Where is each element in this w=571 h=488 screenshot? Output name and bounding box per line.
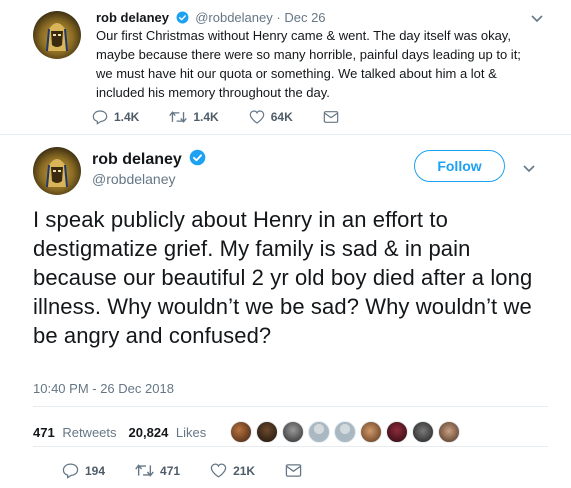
like-button[interactable]: 64K [249, 109, 293, 125]
reply-button[interactable]: 194 [62, 462, 105, 479]
direct-message-button[interactable] [323, 110, 345, 124]
heart-icon [210, 463, 227, 478]
tweet-text: I speak publicly about Henry in an effor… [33, 207, 533, 348]
author-name[interactable]: rob delaney [96, 10, 169, 25]
author-handle[interactable]: @robdelaney [92, 171, 176, 187]
like-count: 21K [233, 463, 256, 478]
retweet-count: 1.4K [193, 110, 219, 124]
likes-stat-label: Likes [175, 424, 207, 440]
liker-avatar[interactable] [308, 421, 331, 443]
liker-avatar[interactable] [282, 421, 305, 443]
retweet-button[interactable]: 471 [135, 462, 180, 479]
author-handle[interactable]: @robdelaney [195, 10, 273, 25]
avatar[interactable] [33, 147, 81, 195]
retweet-icon [169, 111, 188, 123]
chevron-down-icon[interactable] [523, 160, 535, 178]
like-count: 64K [270, 110, 293, 124]
stats-divider-bottom [33, 446, 548, 447]
avatar[interactable] [33, 11, 81, 59]
reply-icon [62, 463, 79, 479]
separator: · [276, 10, 281, 25]
likes-stat[interactable]: 20,824 Likes [129, 425, 207, 440]
liker-avatar[interactable] [230, 421, 253, 443]
tweet-actions: 194 471 21K [62, 462, 338, 479]
liker-avatar[interactable] [386, 421, 409, 443]
reply-count: 194 [85, 463, 106, 478]
author-name[interactable]: rob delaney [92, 149, 209, 171]
liker-avatar[interactable] [256, 421, 279, 443]
tweet-date[interactable]: Dec 26 [284, 10, 325, 25]
retweet-icon [135, 464, 154, 477]
verified-badge-icon [189, 149, 206, 171]
reply-icon [92, 110, 108, 125]
liker-avatar[interactable] [360, 421, 383, 443]
retweets-stat-label: Retweets [62, 424, 117, 440]
author-name-text[interactable]: rob delaney [92, 151, 182, 168]
like-button[interactable]: 21K [210, 462, 255, 479]
heart-icon [249, 110, 264, 124]
liker-avatars [230, 421, 464, 443]
envelope-icon [285, 464, 302, 477]
chevron-down-icon[interactable] [531, 12, 543, 26]
retweets-stat[interactable]: 471 Retweets [33, 425, 117, 440]
tweet-divider [0, 134, 571, 135]
liker-avatar[interactable] [334, 421, 357, 443]
tweet-stats: 471 Retweets 20,824 Likes [33, 421, 464, 443]
tweet-text: Our first Christmas without Henry came &… [96, 28, 521, 100]
stats-divider-top [33, 406, 548, 407]
reply-count: 1.4K [114, 110, 140, 124]
tweet-header: rob delaney @robdelaney · Dec 26 [96, 10, 326, 27]
likes-stat-count: 20,824 [128, 424, 169, 440]
retweet-count: 471 [160, 463, 181, 478]
previous-tweet[interactable]: rob delaney @robdelaney · Dec 26 Our fir… [0, 0, 571, 135]
liker-avatar[interactable] [412, 421, 435, 443]
tweet-actions: 1.4K 1.4K 64K [92, 109, 375, 125]
retweets-stat-count: 471 [33, 424, 55, 440]
envelope-icon [323, 111, 339, 123]
tweet-timestamp[interactable]: 10:40 PM - 26 Dec 2018 [33, 381, 174, 396]
liker-avatar[interactable] [438, 421, 461, 443]
reply-button[interactable]: 1.4K [92, 109, 139, 125]
retweet-button[interactable]: 1.4K [169, 109, 219, 125]
verified-badge-icon [176, 11, 189, 27]
direct-message-button[interactable] [285, 463, 308, 478]
follow-button[interactable]: Follow [414, 150, 505, 182]
